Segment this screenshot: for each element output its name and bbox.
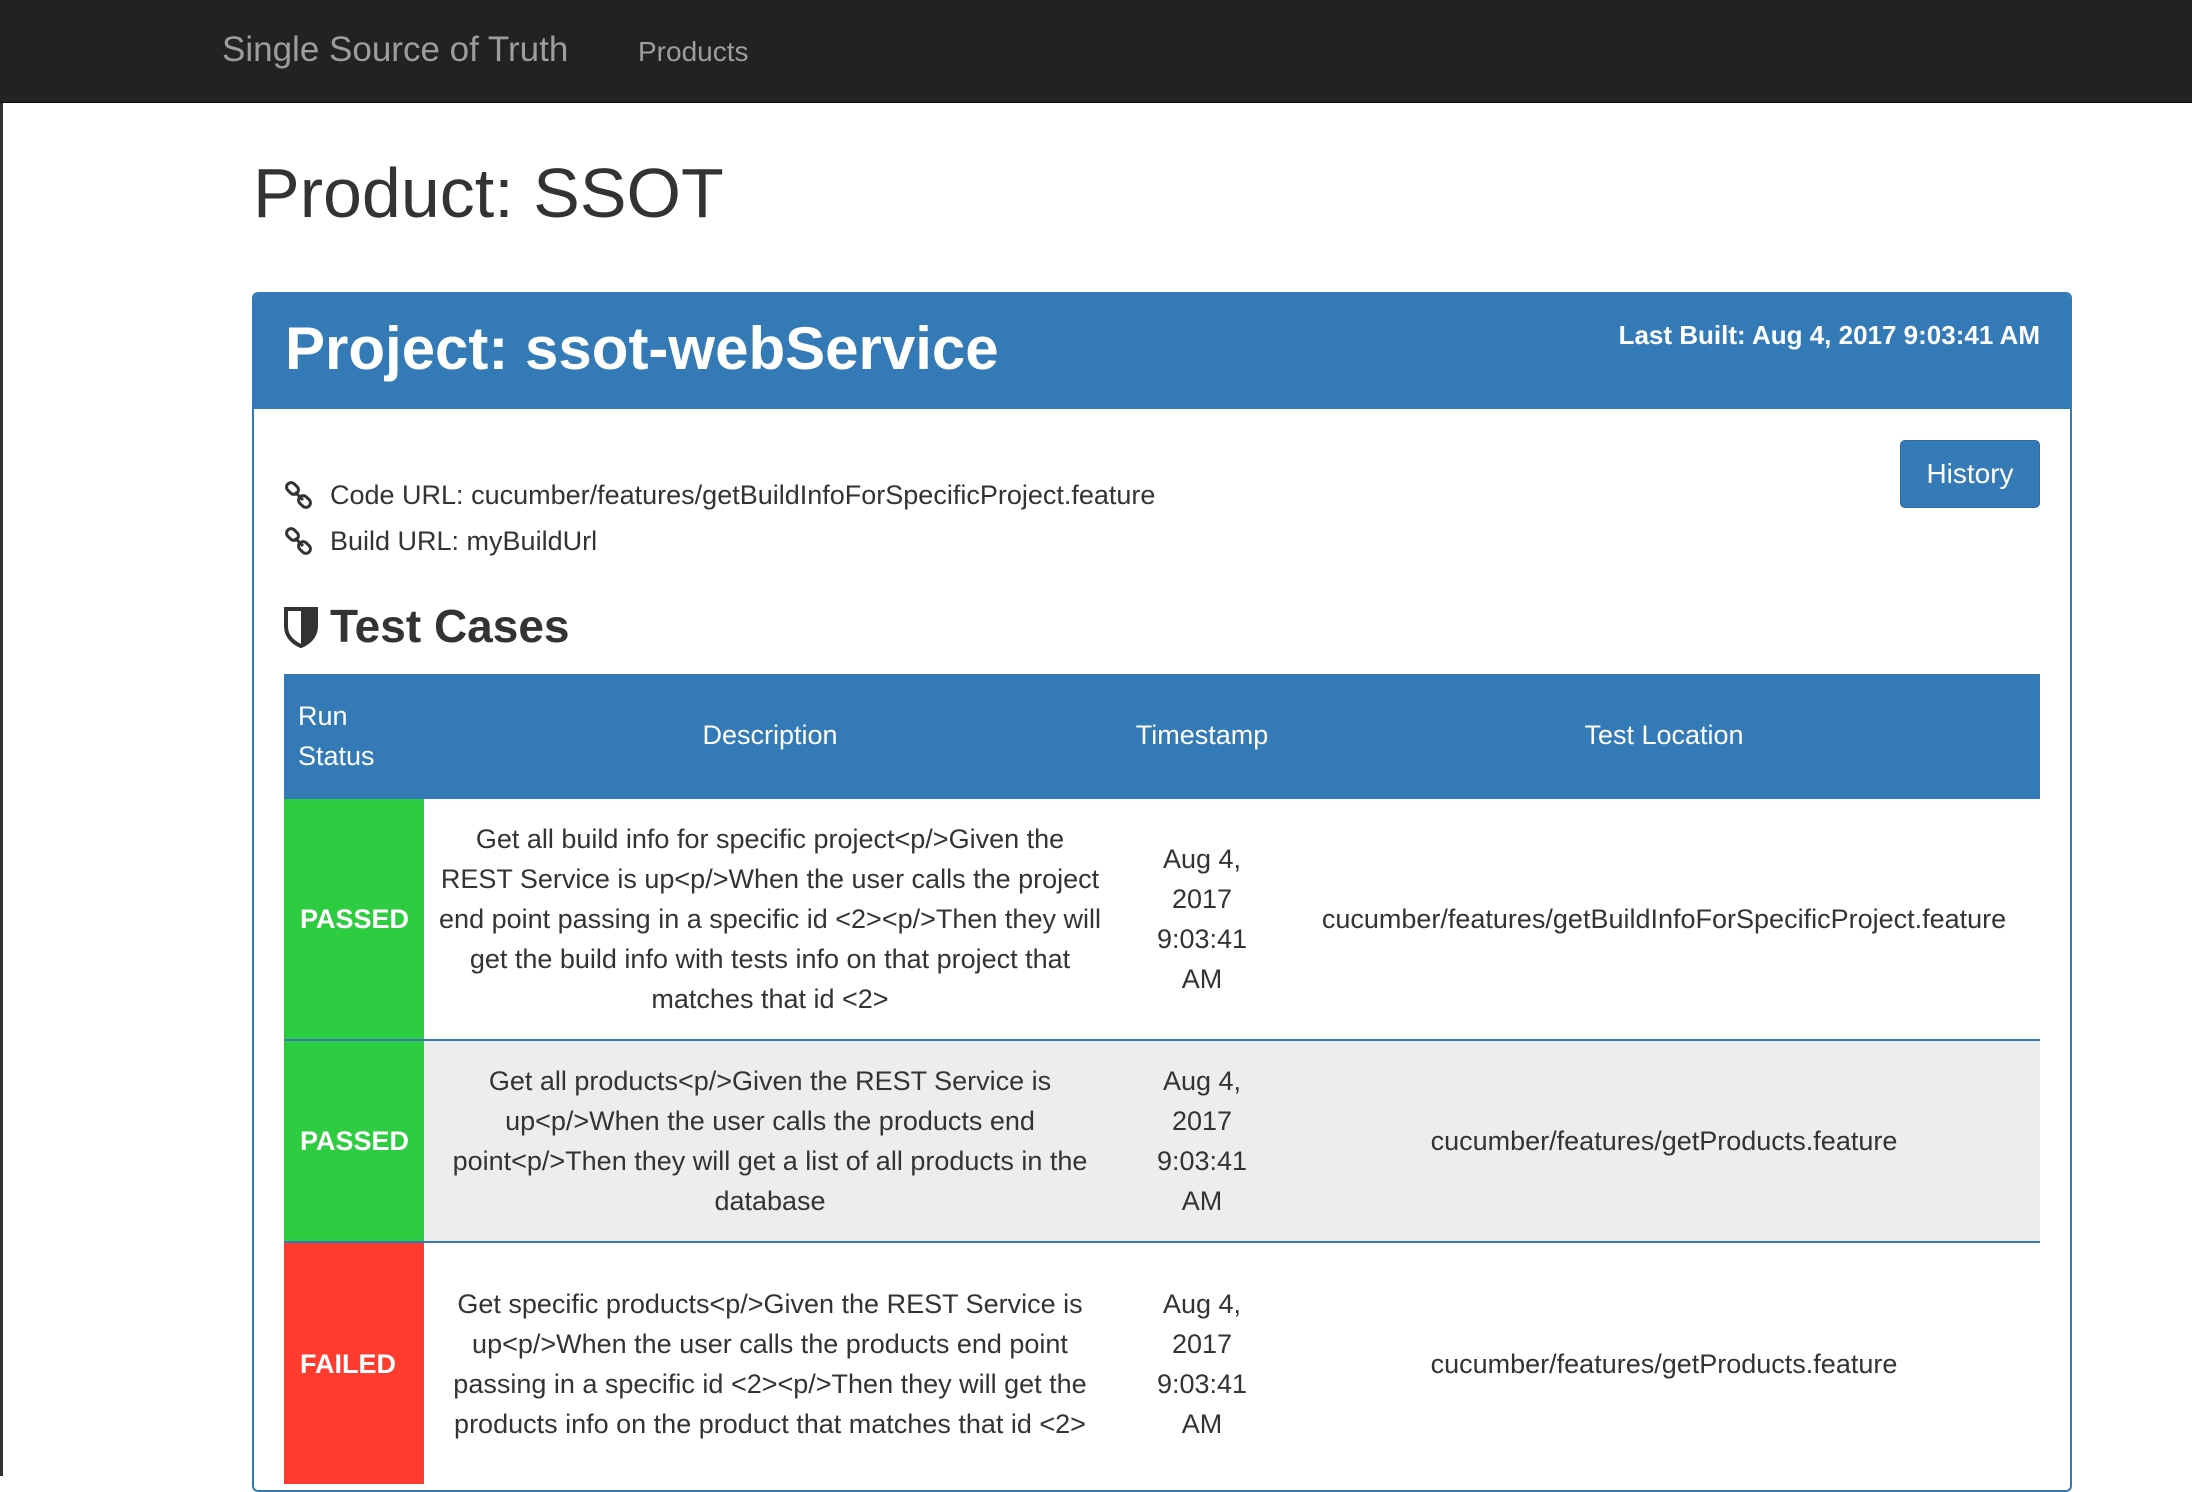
project-title: Project: ssot-webService (285, 315, 999, 382)
project-panel: Project: ssot-webService Last Built: Aug… (252, 292, 2072, 1492)
timestamp-part: Aug 4, (1162, 1288, 1242, 1319)
page-title: Product: SSOT (253, 154, 724, 232)
timestamp-part: Aug 4, (1162, 1066, 1242, 1096)
test-location-cell: cucumber/features/getProducts.feature (1288, 1241, 2040, 1484)
timestamp-part: AM (1181, 964, 1223, 994)
timestamp-part: 2017 (1171, 1106, 1233, 1136)
status-badge: FAILED (284, 1241, 424, 1484)
timestamp-part: AM (1181, 1408, 1223, 1439)
description-cell: Get all build info for specific project<… (424, 797, 1116, 1040)
brand-link[interactable]: Single Source of Truth (222, 30, 568, 70)
column-header-label: Status (298, 740, 375, 771)
timestamp-part: 9:03:41 (1156, 924, 1248, 954)
timestamp-part: 9:03:41 (1156, 1368, 1248, 1399)
column-header-label: Run (298, 700, 348, 731)
description-cell: Get specific products<p/>Given the REST … (424, 1241, 1116, 1484)
last-built: Last Built: Aug 4, 2017 9:03:41 AM (1618, 320, 2040, 350)
window-edge (0, 103, 3, 1476)
timestamp-cell: Aug 4, 2017 9:03:41 AM (1116, 1039, 1288, 1242)
table-header-row: Run Status Description Timestamp Test Lo… (284, 674, 2040, 798)
test-cases-title: Test Cases (330, 600, 570, 652)
test-cases-table: Run Status Description Timestamp Test Lo… (284, 674, 2040, 1484)
timestamp-part: Aug 4, (1162, 844, 1242, 874)
column-header-timestamp[interactable]: Timestamp (1116, 674, 1288, 798)
table-row: FAILED Get specific products<p/>Given th… (284, 1241, 2040, 1484)
code-url-row: Code URL: cucumber/features/getBuildInfo… (284, 480, 1155, 511)
column-header-test-location[interactable]: Test Location (1288, 674, 2040, 798)
timestamp-part: AM (1181, 1186, 1223, 1216)
link-icon (284, 526, 314, 557)
shield-icon (284, 605, 318, 649)
table-row: PASSED Get all build info for specific p… (284, 797, 2040, 1040)
timestamp-part: 2017 (1171, 884, 1233, 914)
code-url-text[interactable]: Code URL: cucumber/features/getBuildInfo… (330, 480, 1155, 511)
description-cell: Get all products<p/>Given the REST Servi… (424, 1039, 1116, 1242)
test-location-cell: cucumber/features/getBuildInfoForSpecifi… (1288, 797, 2040, 1040)
build-url-row: Build URL: myBuildUrl (284, 526, 597, 557)
history-button[interactable]: History (1900, 440, 2040, 508)
column-header-run-status[interactable]: Run Status (284, 674, 424, 798)
column-header-description[interactable]: Description (424, 674, 1116, 798)
nav-link-products[interactable]: Products (638, 36, 749, 68)
project-panel-heading: Project: ssot-webService Last Built: Aug… (254, 294, 2070, 409)
status-badge: PASSED (284, 797, 424, 1040)
top-navbar: Single Source of Truth Products (0, 0, 2192, 103)
test-location-cell: cucumber/features/getProducts.feature (1288, 1039, 2040, 1242)
test-cases-heading: Test Cases (284, 599, 570, 653)
timestamp-cell: Aug 4, 2017 9:03:41 AM (1116, 797, 1288, 1040)
link-icon (284, 480, 314, 511)
status-badge: PASSED (284, 1039, 424, 1242)
timestamp-cell: Aug 4, 2017 9:03:41 AM (1116, 1241, 1288, 1484)
table-row: PASSED Get all products<p/>Given the RES… (284, 1039, 2040, 1242)
timestamp-part: 9:03:41 (1156, 1146, 1248, 1176)
timestamp-part: 2017 (1171, 1328, 1233, 1359)
build-url-text[interactable]: Build URL: myBuildUrl (330, 526, 597, 557)
